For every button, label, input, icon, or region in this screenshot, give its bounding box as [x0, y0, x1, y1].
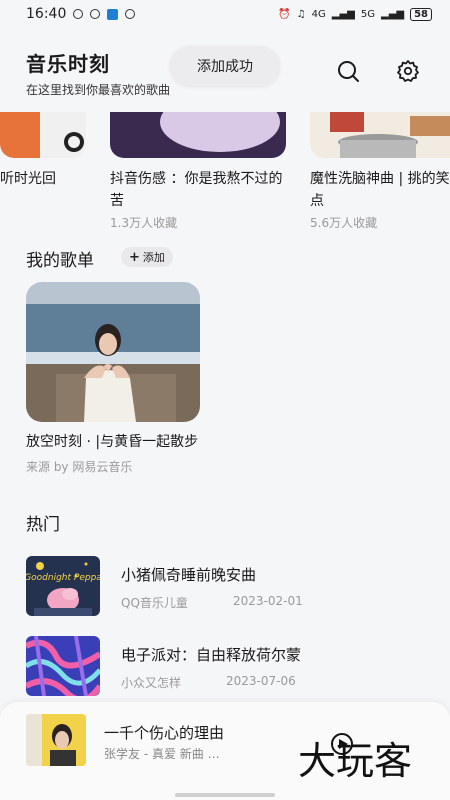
player-cover: [26, 714, 86, 766]
watermark-text: 大玩客: [298, 739, 412, 783]
add-playlist-label: 添加: [142, 251, 165, 264]
alarm-icon: ⏰: [278, 8, 291, 20]
hot-heading: 热门: [26, 515, 60, 535]
network-label: 4G: [311, 8, 326, 20]
hot-item-date: 2023-07-06: [226, 674, 296, 688]
playlist-card[interactable]: 放空时刻 · |与黄昏一起散步 来源 by 网易云音乐: [26, 282, 200, 475]
player-artist: 张学友 - 真爱 新曲 …: [104, 747, 220, 761]
settings-button[interactable]: [395, 58, 421, 84]
notification-icon: [125, 9, 136, 19]
gesture-nav-bar[interactable]: [175, 793, 275, 797]
recommendation-cover: [0, 112, 86, 158]
page-header: 音乐时刻 在这里找到你最喜欢的歌曲: [26, 48, 170, 98]
app-notification-icon: [107, 8, 119, 20]
status-time: 16:40: [26, 6, 67, 22]
recommendation-title: 抖音伤感 ：你是我熬不过的苦: [110, 171, 283, 209]
hot-list-item[interactable]: Goodnight Peppa 小猪佩奇睡前晚安曲 QQ音乐儿童 2023-02…: [26, 556, 426, 616]
player-song-title: 一千个伤心的理由: [104, 724, 225, 742]
hot-list-item[interactable]: 电子派对：自由释放荷尔蒙 小众又怎样 2023-07-06: [26, 636, 426, 696]
signal-icon: ▂▄▆: [331, 8, 355, 20]
recommendation-card[interactable]: 抖音伤感 ：你是我熬不过的苦 1.3万人收藏: [110, 112, 286, 231]
hot-item-cover: [26, 636, 100, 696]
plus-icon: +: [129, 249, 140, 265]
playlist-source: 来源 by 网易云音乐: [26, 460, 133, 474]
search-button[interactable]: [335, 58, 361, 84]
recommendation-title: 魔性洗脑神曲 | 挑的笑点: [310, 171, 450, 209]
recommendation-count: 5.6万人收藏: [310, 216, 378, 230]
page-title: 音乐时刻: [26, 52, 110, 76]
gear-icon: [397, 60, 419, 82]
recommendation-cover: [310, 112, 450, 158]
battery-icon: 58: [410, 7, 432, 21]
watermark-logo: 大玩客: [298, 722, 438, 792]
recommendation-carousel[interactable]: 听时光回 抖音伤感 ：你是我熬不过的苦 1.3万人收藏 魔性洗脑神曲 | 挑的笑…: [0, 112, 450, 242]
my-playlists-heading: 我的歌单: [26, 251, 94, 271]
notification-icon: [90, 9, 101, 19]
status-bar: 16:40 ⏰ ♫ 4G ▂▄▆ 5G ▂▄▆ 58: [0, 0, 450, 28]
recommendation-cover: [110, 112, 286, 158]
recommendation-count: 1.3万人收藏: [110, 216, 178, 230]
hot-item-source: QQ音乐儿童: [121, 596, 188, 610]
playlist-cover: [26, 282, 200, 422]
network-label-2: 5G: [360, 8, 375, 20]
toast-message: 添加成功: [170, 46, 280, 86]
hot-item-date: 2023-02-01: [233, 594, 303, 608]
notification-icon: [73, 9, 84, 19]
recommendation-title: 听时光回: [0, 171, 56, 187]
hot-item-source: 小众又怎样: [121, 676, 182, 690]
hot-item-cover-text: Goodnight Peppa: [26, 573, 100, 583]
hot-item-title: 小猪佩奇睡前晚安曲: [121, 566, 257, 584]
page-subtitle: 在这里找到你最喜欢的歌曲: [26, 83, 171, 97]
recommendation-card[interactable]: 魔性洗脑神曲 | 挑的笑点 5.6万人收藏: [310, 112, 450, 231]
add-playlist-button[interactable]: + 添加: [121, 247, 173, 267]
recommendation-card[interactable]: 听时光回: [0, 112, 86, 190]
hot-item-cover: Goodnight Peppa: [26, 556, 100, 616]
hot-item-title: 电子派对：自由释放荷尔蒙: [121, 646, 302, 664]
signal-icon: ▂▄▆: [381, 8, 405, 20]
playlist-title: 放空时刻 · |与黄昏一起散步: [26, 434, 199, 450]
search-icon: [338, 61, 359, 82]
vibrate-icon: ♫: [296, 8, 306, 20]
